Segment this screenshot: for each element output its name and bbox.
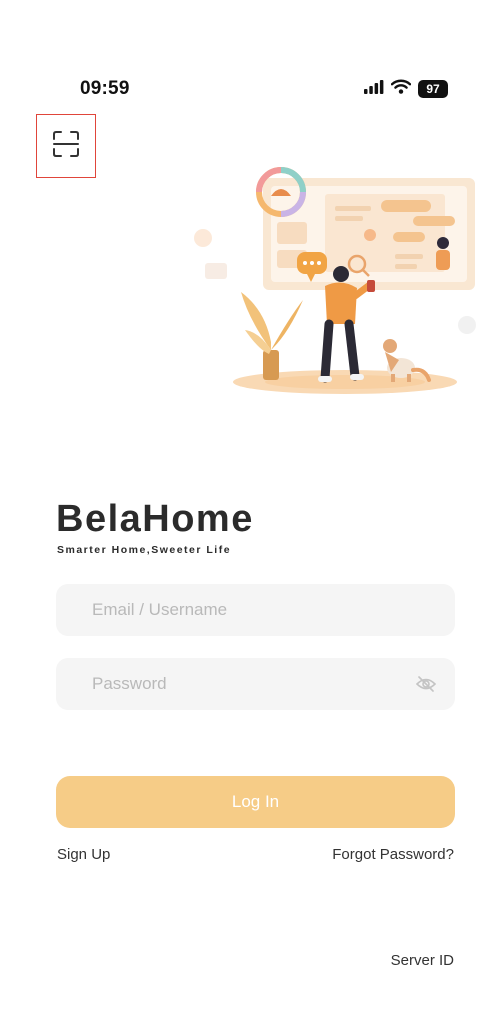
cellular-signal-icon — [364, 79, 384, 99]
forgot-password-link[interactable]: Forgot Password? — [332, 846, 454, 863]
password-input[interactable] — [92, 674, 413, 694]
scan-qr-icon — [52, 130, 80, 163]
hero-illustration — [185, 160, 478, 400]
email-input[interactable] — [92, 600, 439, 620]
server-id-link[interactable]: Server ID — [391, 952, 454, 969]
app-tagline: Smarter Home,Sweeter Life — [57, 544, 232, 556]
sign-up-link[interactable]: Sign Up — [57, 846, 110, 863]
scan-button[interactable] — [36, 114, 96, 178]
battery-indicator: 97 — [418, 80, 448, 98]
email-field[interactable] — [56, 584, 455, 636]
status-icons: 97 — [364, 79, 448, 99]
app-logo-name: BelaHome — [56, 498, 254, 540]
wifi-icon — [390, 79, 412, 99]
password-field[interactable] — [56, 658, 455, 710]
status-time: 09:59 — [80, 78, 130, 99]
eye-off-icon[interactable] — [413, 671, 439, 697]
login-button[interactable]: Log In — [56, 776, 455, 828]
